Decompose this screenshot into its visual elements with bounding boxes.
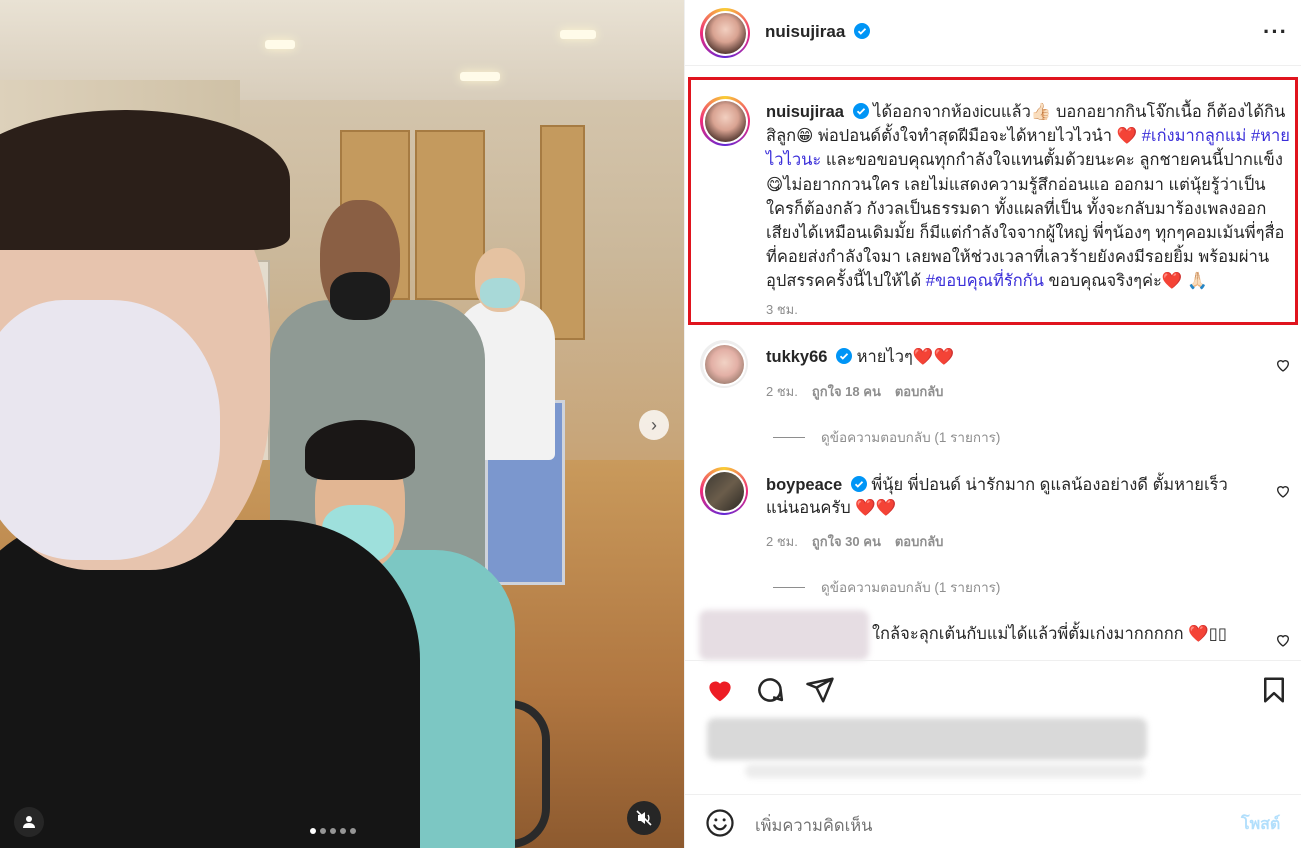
comment-time: 2 ชม. bbox=[766, 384, 798, 399]
pray-emoji: 🙏🏻 bbox=[1182, 272, 1208, 291]
verified-badge-icon bbox=[836, 348, 853, 364]
verified-badge-icon bbox=[853, 23, 870, 39]
carousel-dot bbox=[330, 828, 336, 834]
view-replies-button[interactable]: ดูข้อความตอบกลับ (1 รายการ) bbox=[773, 426, 1000, 448]
view-replies-label: ดูข้อความตอบกลับ (1 รายการ) bbox=[821, 430, 1001, 445]
bookmark-icon[interactable] bbox=[1259, 675, 1289, 705]
heart-outline-icon[interactable] bbox=[1275, 483, 1291, 499]
comment-meta: 2 ชม. ถูกใจ 30 คน ตอบกลับ bbox=[766, 531, 943, 552]
next-slide-button[interactable]: › bbox=[639, 410, 669, 440]
post-media[interactable]: › bbox=[0, 0, 684, 848]
nurse-mask bbox=[480, 278, 520, 308]
commenter-avatar[interactable] bbox=[700, 467, 748, 515]
user-tag-icon bbox=[23, 816, 35, 828]
ceiling-light bbox=[460, 72, 500, 81]
heart-outline-icon[interactable] bbox=[1275, 632, 1291, 648]
door bbox=[540, 125, 585, 340]
carousel-dot bbox=[320, 828, 326, 834]
staff-mask bbox=[330, 272, 390, 320]
action-bar bbox=[685, 660, 1301, 718]
comment-username[interactable]: tukky66 bbox=[766, 348, 827, 366]
carousel-dots bbox=[310, 828, 356, 834]
reply-button[interactable]: ตอบกลับ bbox=[895, 534, 944, 549]
woman-hair bbox=[0, 110, 290, 250]
muted-speaker-icon bbox=[636, 810, 652, 826]
post-details-panel: nuisujiraa ··· nuisujiraa ได้ออกจากห้องi… bbox=[684, 0, 1301, 848]
ceiling-light bbox=[560, 30, 596, 39]
verified-badge-icon bbox=[850, 476, 867, 492]
hashtag-link[interactable]: #เก่งมากลูกแม่ bbox=[1142, 127, 1247, 145]
caption-text-part: ขอบคุณจริงๆค่ะ bbox=[1043, 272, 1162, 291]
woman-shirt bbox=[0, 520, 420, 848]
carousel-dot bbox=[310, 828, 316, 834]
header-username[interactable]: nuisujiraa bbox=[765, 22, 845, 41]
caption-avatar[interactable] bbox=[700, 96, 750, 146]
comment-username[interactable]: boypeace bbox=[766, 476, 842, 494]
heart-emoji: ❤️ bbox=[1161, 272, 1183, 291]
emoji-icon[interactable] bbox=[705, 808, 735, 838]
heart-outline-icon[interactable] bbox=[1275, 357, 1291, 373]
caption-text-part: และขอขอบคุณทุกกำลังใจแทนตั้มด้วยนะคะ ลูก… bbox=[766, 151, 1285, 291]
heart-emoji: ❤️❤️ bbox=[855, 499, 897, 517]
comment-likes[interactable]: ถูกใจ 30 คน bbox=[812, 534, 881, 549]
caption-username[interactable]: nuisujiraa bbox=[766, 103, 844, 121]
verified-badge-icon bbox=[852, 103, 869, 119]
blurred-commenter bbox=[699, 610, 869, 660]
reply-button[interactable]: ตอบกลับ bbox=[895, 384, 944, 399]
comment-time: 2 ชม. bbox=[766, 534, 798, 549]
header-username-row: nuisujiraa bbox=[765, 22, 870, 42]
avatar[interactable] bbox=[700, 8, 750, 58]
comment: tukky66 หายไวๆ❤️❤️ bbox=[766, 346, 1266, 369]
heart-emoji: ❤️❤️ bbox=[912, 348, 954, 366]
blurred-likes-summary bbox=[707, 718, 1147, 760]
comment-icon[interactable] bbox=[755, 675, 785, 705]
view-replies-button[interactable]: ดูข้อความตอบกลับ (1 รายการ) bbox=[773, 576, 1000, 598]
commenter-avatar[interactable] bbox=[700, 340, 748, 388]
woman-mask bbox=[0, 300, 220, 560]
blurred-post-date bbox=[745, 764, 1145, 778]
view-replies-label: ดูข้อความตอบกลับ (1 รายการ) bbox=[821, 580, 1001, 595]
post-header: nuisujiraa ··· bbox=[685, 0, 1301, 66]
comment-meta: 2 ชม. ถูกใจ 18 คน ตอบกลับ bbox=[766, 381, 943, 402]
comment: boypeace พี่นุ้ย พี่ปอนด์ น่ารักมาก ดูแล… bbox=[766, 474, 1266, 520]
comment-text: หายไวๆ bbox=[856, 348, 913, 366]
comment-input-bar: เพิ่มความคิดเห็น โพสต์ bbox=[685, 794, 1301, 848]
hashtag-link[interactable]: #ขอบคุณที่รักกัน bbox=[926, 272, 1044, 290]
caption-time: 3 ชม. bbox=[766, 301, 798, 317]
comment-text: ใกล้จะลุกเต้นกับแม่ได้แล้วพี่ตั้มเก่งมาก… bbox=[872, 625, 1227, 643]
comment-input[interactable]: เพิ่มความคิดเห็น bbox=[755, 813, 872, 839]
carousel-dot bbox=[340, 828, 346, 834]
tagged-users-button[interactable] bbox=[14, 807, 44, 837]
chevron-right-icon: › bbox=[651, 414, 657, 435]
heart-filled-icon[interactable] bbox=[705, 675, 735, 705]
patient-hair bbox=[305, 420, 415, 480]
comment-likes[interactable]: ถูกใจ 18 คน bbox=[812, 384, 881, 399]
ceiling-light bbox=[265, 40, 295, 49]
carousel-dot bbox=[350, 828, 356, 834]
more-options-icon[interactable]: ··· bbox=[1263, 21, 1288, 43]
post-comment-button[interactable]: โพสต์ bbox=[1241, 812, 1280, 837]
heart-emoji: ❤️ bbox=[1116, 127, 1138, 146]
share-icon[interactable] bbox=[805, 675, 835, 705]
mute-button[interactable] bbox=[627, 801, 661, 835]
post-caption: nuisujiraa ได้ออกจากห้องicuแล้ว👍🏻 บอกอยา… bbox=[766, 100, 1290, 322]
